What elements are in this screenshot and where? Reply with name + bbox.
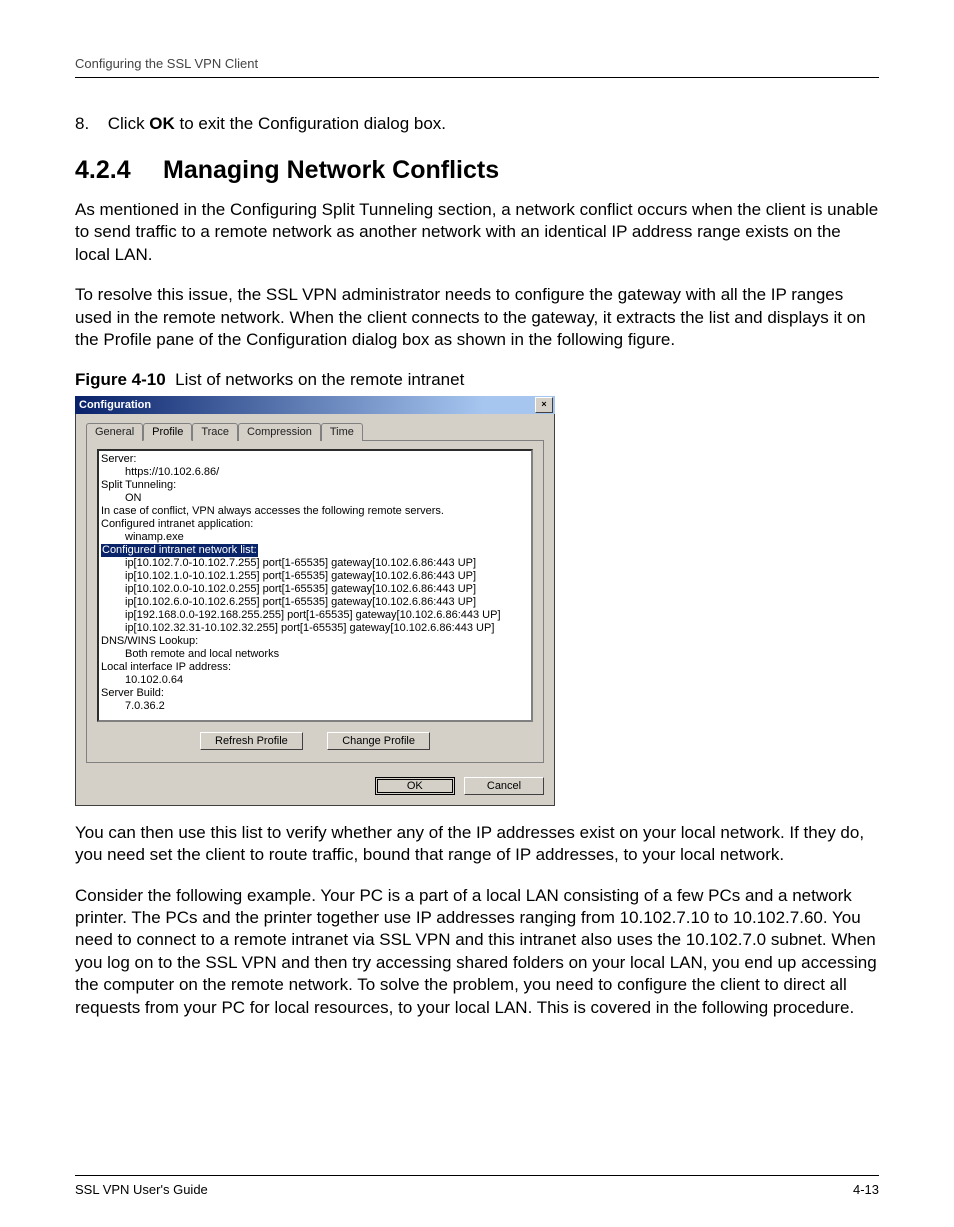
list-item: Local interface IP address: [101,661,231,673]
cancel-button[interactable]: Cancel [464,777,544,795]
page-footer: SSL VPN User's Guide 4-13 [75,1175,879,1197]
tab-panel: Server: https://10.102.6.86/ Split Tunne… [86,440,544,763]
paragraph-3: You can then use this list to verify whe… [75,822,879,867]
list-item-selected[interactable]: Configured intranet network list: [101,544,258,557]
dialog-title: Configuration [79,399,151,411]
profile-listbox[interactable]: Server: https://10.102.6.86/ Split Tunne… [97,449,533,722]
tab-general[interactable]: General [86,423,143,441]
figure-caption: Figure 4-10 List of networks on the remo… [75,370,879,390]
heading-number: 4.2.4 [75,156,163,185]
section-heading: 4.2.4Managing Network Conflicts [75,156,879,185]
close-icon[interactable]: × [535,397,553,413]
list-item: Server Build: [101,687,164,699]
paragraph-1: As mentioned in the Configuring Split Tu… [75,199,879,266]
tab-compression[interactable]: Compression [238,423,321,441]
tab-strip: General Profile Trace Compression Time [86,422,544,440]
list-item: Server: [101,453,136,465]
change-profile-button[interactable]: Change Profile [327,732,430,750]
list-item: ip[10.102.6.0-10.102.6.255] port[1-65535… [101,596,529,609]
list-item: ON [101,492,529,505]
dialog-titlebar[interactable]: Configuration × [75,396,555,414]
tab-trace[interactable]: Trace [192,423,238,441]
heading-title: Managing Network Conflicts [163,156,499,184]
list-item: https://10.102.6.86/ [101,466,529,479]
running-header: Configuring the SSL VPN Client [75,56,879,78]
step-text: Click OK to exit the Configuration dialo… [108,114,446,133]
list-item: 10.102.0.64 [101,674,529,687]
refresh-profile-button[interactable]: Refresh Profile [200,732,303,750]
ok-button[interactable]: OK [375,777,455,795]
step-8: 8. Click OK to exit the Configuration di… [75,114,879,134]
list-item: In case of conflict, VPN always accesses… [101,505,444,517]
list-item: ip[10.102.1.0-10.102.1.255] port[1-65535… [101,570,529,583]
list-item: Configured intranet application: [101,518,253,530]
list-item: ip[192.168.0.0-192.168.255.255] port[1-6… [101,609,529,622]
tab-profile[interactable]: Profile [143,423,192,441]
list-item: 7.0.36.2 [101,700,529,713]
configuration-dialog: Configuration × General Profile Trace Co… [75,396,555,806]
paragraph-4: Consider the following example. Your PC … [75,885,879,1020]
list-item: Split Tunneling: [101,479,176,491]
list-item: ip[10.102.32.31-10.102.32.255] port[1-65… [101,622,529,635]
list-item: ip[10.102.7.0-10.102.7.255] port[1-65535… [101,557,529,570]
list-item: winamp.exe [101,531,529,544]
step-number: 8. [75,114,103,134]
figure-label: Figure 4-10 [75,370,166,389]
list-item: Both remote and local networks [101,648,529,661]
figure-text: List of networks on the remote intranet [175,370,464,389]
list-item: ip[10.102.0.0-10.102.0.255] port[1-65535… [101,583,529,596]
paragraph-2: To resolve this issue, the SSL VPN admin… [75,284,879,351]
footer-right: 4-13 [853,1182,879,1197]
tab-time[interactable]: Time [321,423,363,441]
footer-left: SSL VPN User's Guide [75,1182,208,1197]
list-item: DNS/WINS Lookup: [101,635,198,647]
